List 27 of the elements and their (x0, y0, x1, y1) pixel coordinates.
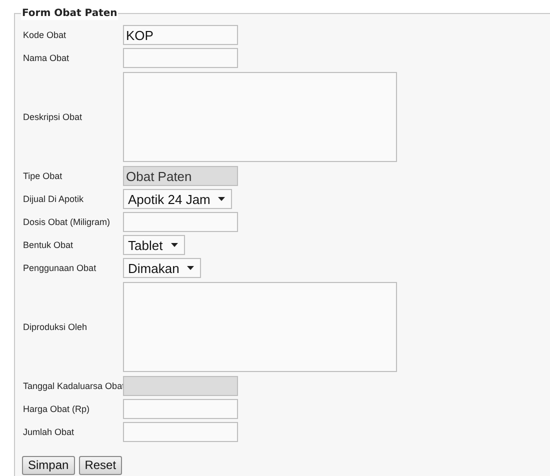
form-button[interactable]: Simpan (22, 456, 75, 475)
field-label: Nama Obat (23, 53, 70, 63)
field-label: Jumlah Obat (23, 427, 74, 437)
field-label: Deskripsi Obat (23, 112, 82, 122)
input-field[interactable] (123, 422, 238, 442)
dropdown[interactable]: Tablet (123, 235, 185, 255)
dropdown[interactable]: Apotik 24 Jam (123, 189, 232, 209)
input-field[interactable] (123, 399, 238, 419)
text-area[interactable] (123, 282, 397, 372)
field-label: Penggunaan Obat (23, 263, 96, 273)
form-legend: Form Obat Paten (21, 7, 118, 20)
caret-icon (187, 266, 194, 270)
caret-icon (218, 197, 226, 201)
text-area[interactable] (123, 72, 397, 162)
input-field[interactable]: KOP (123, 25, 238, 45)
field-label: Bentuk Obat (23, 240, 74, 250)
input-field[interactable] (123, 212, 238, 232)
dropdown[interactable]: Dimakan (123, 258, 202, 278)
caret-icon (170, 243, 178, 247)
field-label: Kode Obat (23, 30, 66, 40)
field-label: Tipe Obat (23, 171, 62, 181)
field-label: Diproduksi Oleh (23, 322, 88, 332)
field-label: Dosis Obat (Miligram) (23, 217, 110, 227)
field-label: Harga Obat (Rp) (23, 404, 90, 414)
field-label: Dijual Di Apotik (23, 194, 84, 204)
input-field[interactable] (123, 48, 238, 68)
form-button[interactable]: Reset (78, 456, 122, 475)
